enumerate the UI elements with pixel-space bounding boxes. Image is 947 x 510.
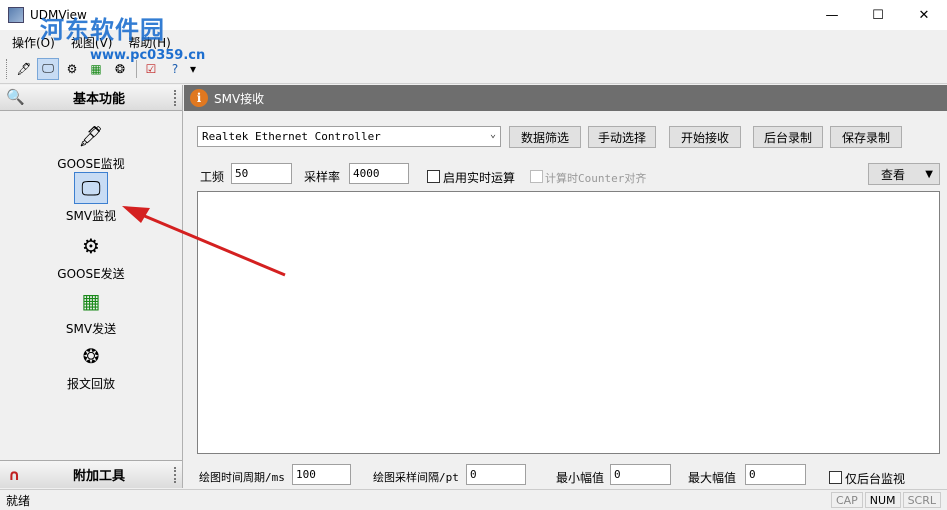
- draw-interval-input[interactable]: 0: [466, 464, 526, 485]
- realtime-checkbox[interactable]: [427, 170, 440, 183]
- goose-monitor-icon: 🖋: [78, 124, 104, 148]
- smv-send-icon[interactable]: ▦: [85, 58, 107, 80]
- goose-monitor-icon[interactable]: 🖋: [13, 58, 35, 80]
- counter-align-checkbox[interactable]: [530, 170, 543, 183]
- view-dropdown-button[interactable]: 查看 ▼: [868, 163, 940, 185]
- window-controls: — ☐ ✕: [809, 0, 947, 30]
- nav-item-goose-monitor[interactable]: 🖋 GOOSE监视: [0, 120, 182, 172]
- counter-align-label: 计算时Counter对齐: [545, 172, 647, 185]
- nav-item-smv-send[interactable]: ▦ SMV发送: [0, 285, 182, 337]
- toolbar-grip[interactable]: [6, 58, 9, 79]
- draw-period-input[interactable]: 100: [292, 464, 351, 485]
- adapter-select[interactable]: Realtek Ethernet Controller ⌄: [197, 126, 501, 147]
- draw-interval-label: 绘图采样间隔/pt: [373, 471, 459, 484]
- menu-bar: 操作(O) 视图(V) 帮助(H): [0, 30, 947, 54]
- status-indicators: CAP NUM SCRL: [829, 492, 941, 508]
- left-panel-title: 基本功能: [72, 92, 125, 107]
- start-receive-button[interactable]: 开始接收: [669, 126, 741, 148]
- status-bar: 就绪 CAP NUM SCRL: [0, 489, 947, 510]
- frequency-input[interactable]: 50: [231, 163, 292, 184]
- adapter-select-value: Realtek Ethernet Controller: [202, 130, 381, 143]
- max-amplitude-label: 最大幅值: [688, 471, 737, 485]
- background-monitor-label: 仅后台监视: [845, 472, 906, 486]
- background-record-button[interactable]: 后台录制: [753, 126, 823, 148]
- left-panel-body: 🖋 GOOSE监视 🖵 SMV监视 ⚙ GOOSE发送 ▦ SMV发送 ❂ 报文…: [0, 112, 182, 458]
- menu-operate[interactable]: 操作(O): [4, 34, 63, 51]
- chevron-down-icon[interactable]: ⌄: [490, 129, 496, 140]
- smv-send-icon: ▦: [81, 289, 101, 313]
- waveform-plot[interactable]: [197, 191, 940, 454]
- draw-period-label: 绘图时间周期/ms: [199, 471, 285, 484]
- app-icon: [8, 7, 24, 23]
- panel-grip[interactable]: [174, 90, 176, 106]
- num-indicator: NUM: [864, 492, 901, 508]
- magnifier-icon: 🔍: [6, 87, 25, 106]
- menu-view[interactable]: 视图(V): [63, 34, 121, 51]
- filter-button[interactable]: 数据筛选: [509, 126, 581, 148]
- toolbar-overflow-icon[interactable]: ▾: [188, 58, 198, 80]
- footer-title: 附加工具: [72, 469, 125, 484]
- menu-help[interactable]: 帮助(H): [120, 34, 178, 51]
- info-icon: i: [190, 89, 208, 107]
- view-button-label: 查看: [881, 167, 906, 182]
- playback-icon[interactable]: ❂: [109, 58, 131, 80]
- nav-item-label: GOOSE发送: [57, 267, 125, 281]
- smv-monitor-icon: 🖵: [74, 172, 108, 204]
- left-panel-footer[interactable]: ∩ 附加工具: [0, 460, 182, 488]
- frequency-label: 工频: [200, 170, 225, 184]
- background-monitor-checkbox[interactable]: [829, 471, 842, 484]
- toolbar: 🖋 🖵 ⚙ ▦ ❂ ☑ ? ▾: [0, 54, 947, 84]
- nav-item-label: SMV监视: [65, 209, 117, 223]
- minimize-button[interactable]: —: [809, 0, 855, 30]
- goose-send-icon: ⚙: [82, 234, 100, 258]
- caps-indicator: CAP: [830, 492, 863, 508]
- smv-panel: Realtek Ethernet Controller ⌄ 数据筛选 手动选择 …: [184, 111, 947, 488]
- max-amplitude-input[interactable]: 0: [745, 464, 806, 485]
- toolbar-separator: [136, 59, 137, 78]
- nav-item-label: GOOSE监视: [57, 157, 125, 171]
- manual-select-button[interactable]: 手动选择: [588, 126, 656, 148]
- sample-rate-input[interactable]: 4000: [349, 163, 409, 184]
- save-record-button[interactable]: 保存录制: [830, 126, 902, 148]
- magnet-icon: ∩: [8, 465, 21, 484]
- goose-send-icon[interactable]: ⚙: [61, 58, 83, 80]
- nav-item-label: SMV发送: [65, 322, 117, 336]
- close-button[interactable]: ✕: [901, 0, 947, 30]
- scroll-indicator: SCRL: [902, 492, 941, 508]
- min-amplitude-label: 最小幅值: [556, 471, 605, 485]
- window-title: UDMView: [30, 8, 87, 22]
- sample-rate-label: 采样率: [304, 170, 341, 184]
- help-icon[interactable]: ?: [164, 58, 186, 80]
- realtime-label: 启用实时运算: [443, 171, 516, 185]
- caret-down-icon: ▼: [925, 168, 933, 180]
- left-panel-header[interactable]: 🔍 基本功能: [0, 85, 182, 111]
- checklist-icon[interactable]: ☑: [140, 58, 162, 80]
- playback-icon: ❂: [82, 344, 100, 368]
- smv-panel-header: i SMV接收: [184, 85, 947, 111]
- nav-item-goose-send[interactable]: ⚙ GOOSE发送: [0, 230, 182, 282]
- min-amplitude-input[interactable]: 0: [610, 464, 671, 485]
- left-panel: 🔍 基本功能 🖋 GOOSE监视 🖵 SMV监视 ⚙ GOOSE发送 ▦ SMV…: [0, 85, 183, 488]
- panel-grip[interactable]: [174, 467, 176, 483]
- status-text: 就绪: [6, 493, 31, 508]
- smv-monitor-icon[interactable]: 🖵: [37, 57, 59, 80]
- title-bar: UDMView — ☐ ✕: [0, 0, 947, 30]
- maximize-button[interactable]: ☐: [855, 0, 901, 30]
- smv-panel-title: SMV接收: [214, 91, 265, 106]
- nav-item-playback[interactable]: ❂ 报文回放: [0, 340, 182, 392]
- nav-item-label: 报文回放: [66, 377, 115, 391]
- nav-item-smv-monitor[interactable]: 🖵 SMV监视: [0, 172, 182, 224]
